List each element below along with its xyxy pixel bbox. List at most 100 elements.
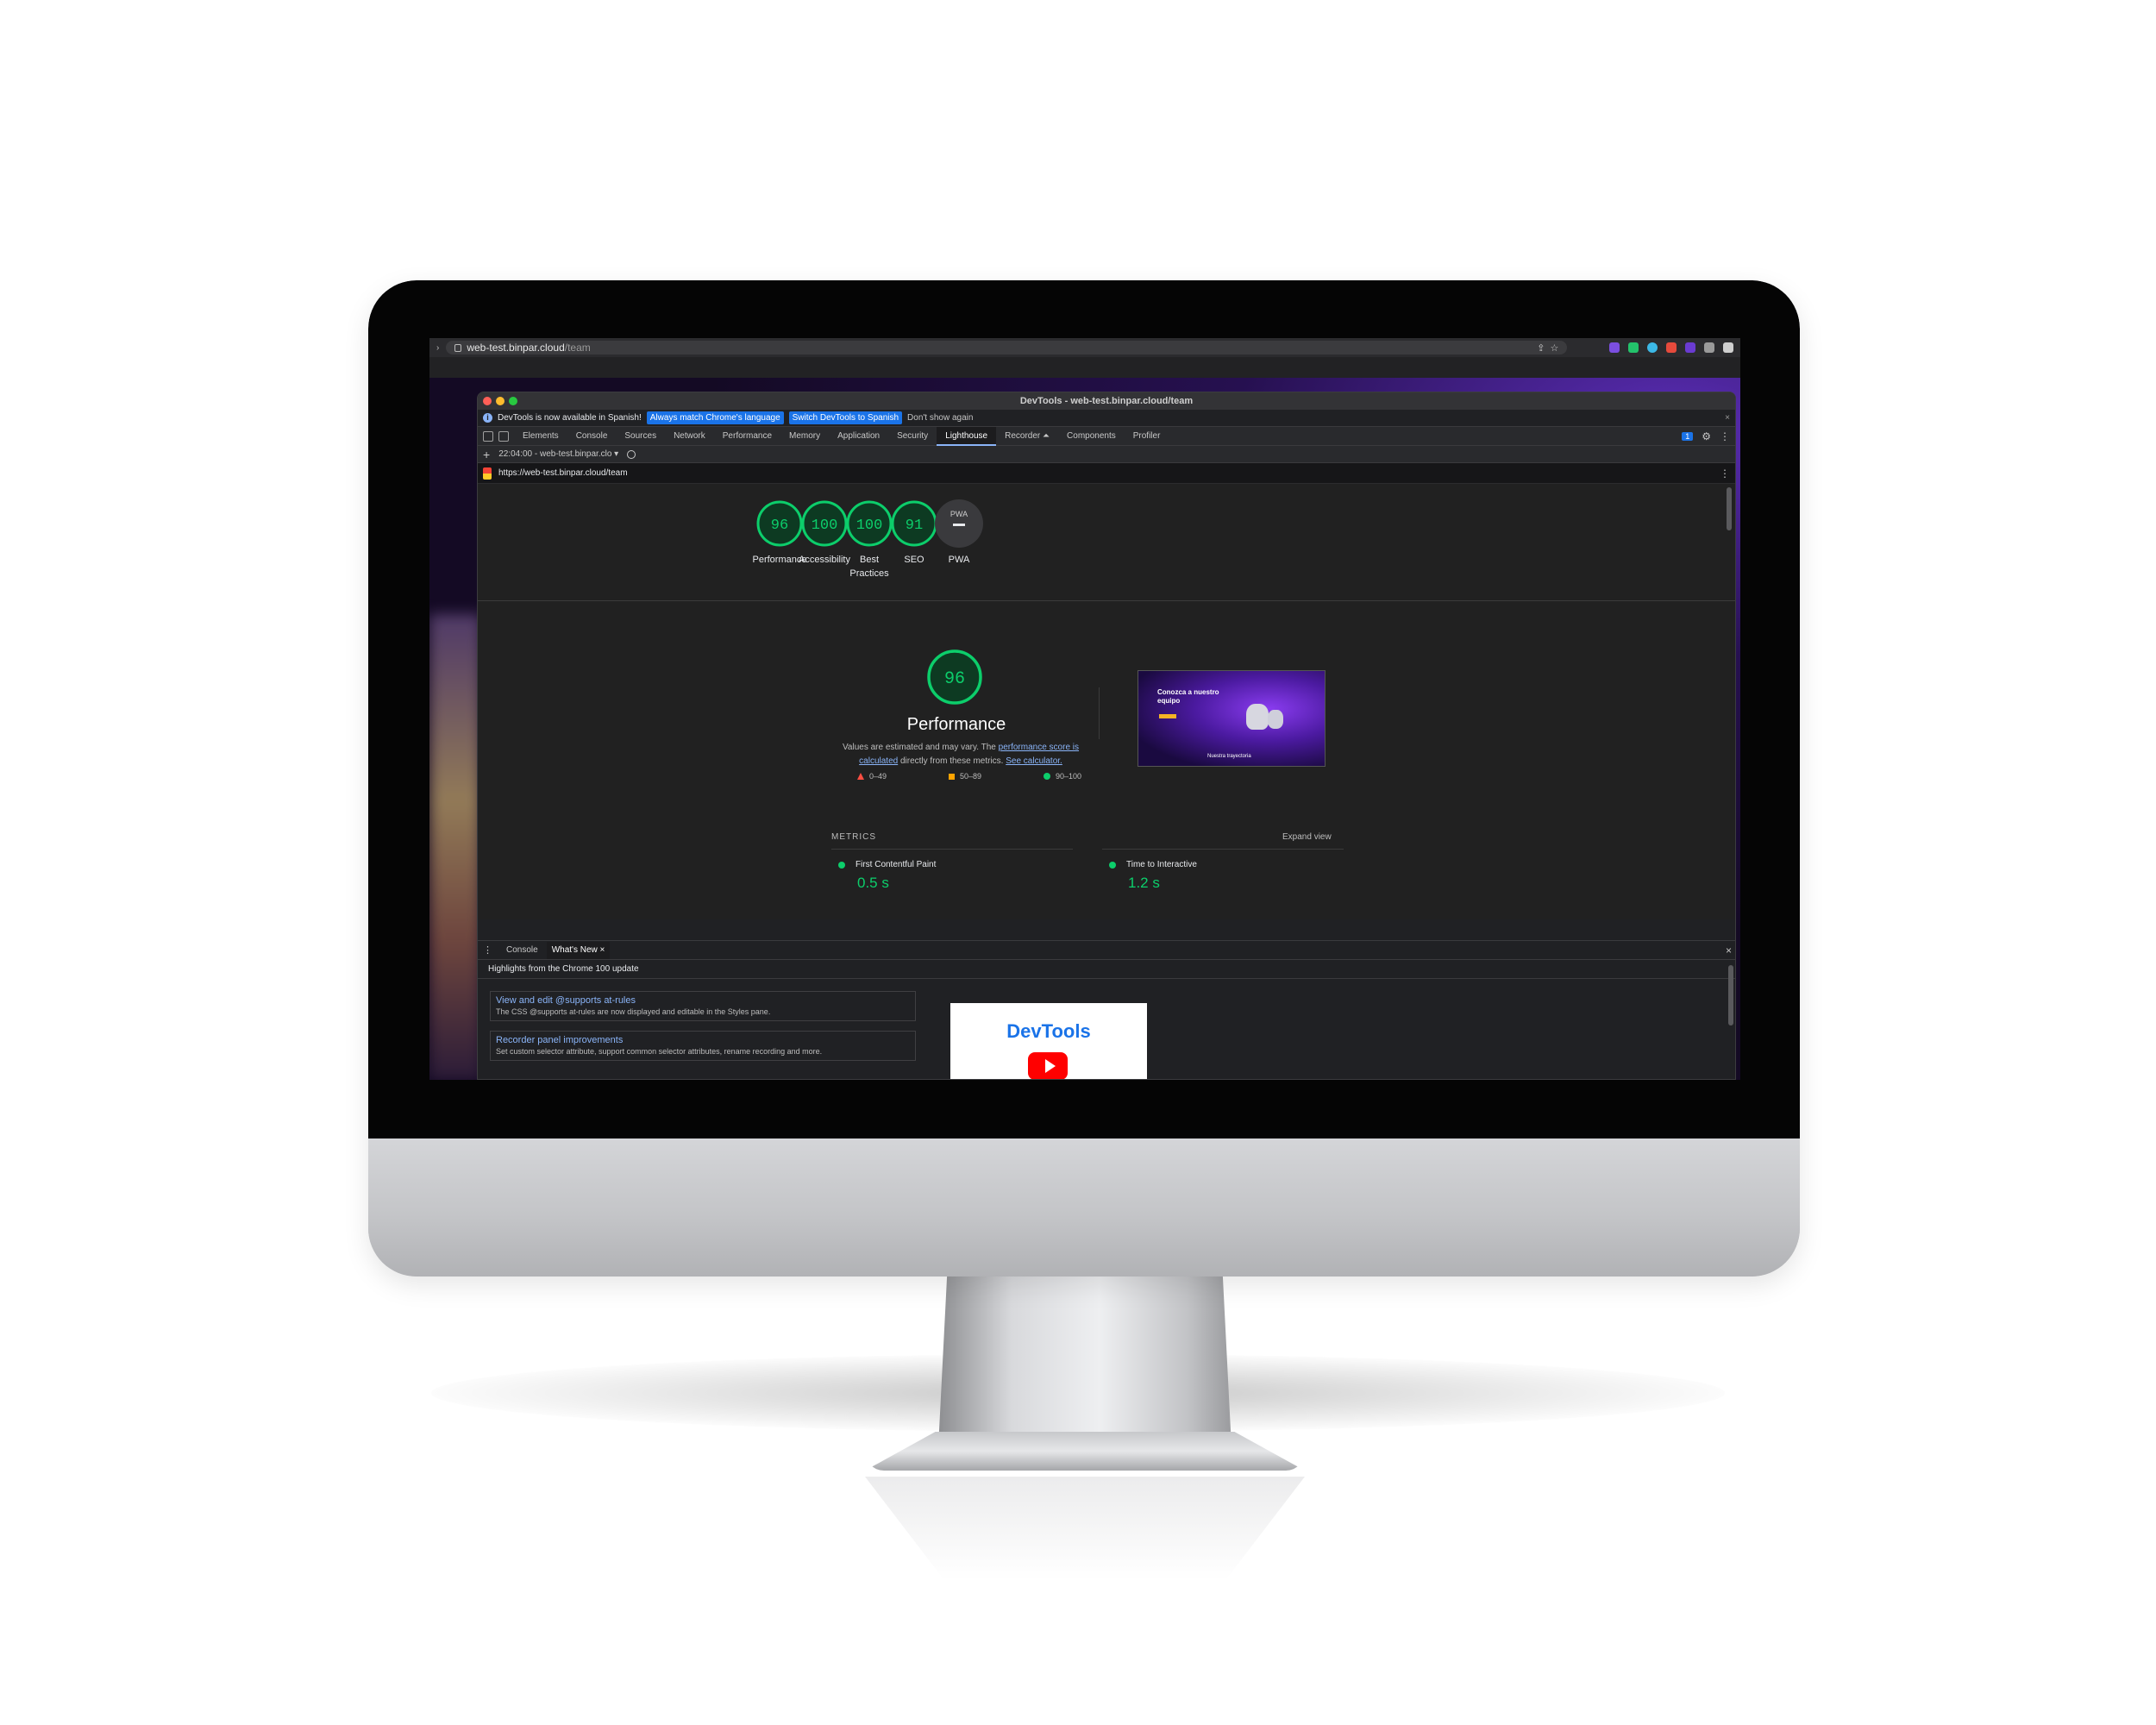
drawer-tab-console[interactable]: Console: [501, 942, 543, 959]
screen: › web-test.binpar.cloud/team ⇪ ☆ DevTool…: [429, 338, 1740, 1080]
tab-security[interactable]: Security: [888, 427, 937, 446]
legend-fail: 0–49: [857, 772, 887, 781]
pass-icon: [1109, 861, 1116, 869]
tab-lighthouse[interactable]: Lighthouse: [937, 426, 997, 446]
language-infobar: i DevTools is now available in Spanish! …: [478, 410, 1735, 427]
gauge-label: PWA: [948, 555, 970, 565]
browser-toolbar: › web-test.binpar.cloud/team ⇪ ☆: [429, 338, 1740, 357]
new-report-button[interactable]: +: [483, 448, 490, 461]
pass-icon: [838, 861, 845, 869]
drawer-menu-icon[interactable]: ⋮: [483, 944, 492, 956]
report-scrollbar[interactable]: [1727, 487, 1732, 530]
lighthouse-report: 96 Performance 100 Accessibility 100 Bes…: [478, 484, 1735, 919]
square-icon: [948, 773, 955, 780]
gauge-score: 100: [812, 518, 838, 534]
monitor-stand-foot: [865, 1432, 1305, 1471]
close-drawer-icon[interactable]: ×: [1726, 944, 1732, 957]
metric-tti: Time to Interactive 1.2 s: [1109, 860, 1197, 892]
tab-memory[interactable]: Memory: [780, 427, 829, 446]
legend-fail-label: 0–49: [869, 772, 887, 781]
tab-network[interactable]: Network: [665, 427, 714, 446]
dont-show-again-link[interactable]: Don't show again: [907, 413, 973, 423]
extension-icons: [1609, 342, 1733, 353]
divider: [1102, 849, 1344, 850]
close-icon[interactable]: ×: [1725, 413, 1730, 423]
address-host: web-test.binpar.cloud: [467, 342, 565, 354]
performance-title: Performance: [906, 715, 1006, 734]
desc-text-2: directly from these metrics.: [898, 756, 1006, 766]
video-title: DevTools: [1006, 1020, 1091, 1042]
clear-reports-icon[interactable]: [627, 449, 636, 459]
switch-spanish-button[interactable]: Switch DevTools to Spanish: [788, 411, 903, 424]
performance-gauge-ring: 96: [927, 649, 982, 705]
whats-new-card[interactable]: View and edit @supports at-rules The CSS…: [490, 991, 916, 1021]
card-description: The CSS @supports at-rules are now displ…: [496, 1007, 771, 1016]
page-decoration: [429, 614, 481, 1080]
star-icon[interactable]: ☆: [1550, 342, 1558, 354]
tab-console[interactable]: Console: [567, 427, 617, 446]
react-icon[interactable]: [1647, 342, 1658, 353]
metric-name: Time to Interactive: [1126, 860, 1197, 869]
drawer-tab-whats-new[interactable]: What's New ×: [546, 941, 611, 959]
tab-components[interactable]: Components: [1058, 427, 1125, 446]
gear-icon[interactable]: ⚙: [1702, 430, 1711, 442]
metric-value: 1.2 s: [1128, 875, 1160, 891]
tab-application[interactable]: Application: [829, 427, 888, 446]
screenshot-footer: Nuestra trayectoria: [1207, 754, 1251, 759]
monitor-stand-neck: [938, 1275, 1232, 1447]
share-icon[interactable]: ⇪: [1537, 342, 1545, 354]
window-title: DevTools - web-test.binpar.cloud/team: [1019, 396, 1194, 406]
whats-new-card[interactable]: Recorder panel improvements Set custom s…: [490, 1031, 916, 1061]
extension-icon[interactable]: [1666, 342, 1677, 353]
match-language-button[interactable]: Always match Chrome's language: [646, 411, 784, 424]
drawer-tab-label: What's New: [551, 944, 598, 955]
see-calculator-link[interactable]: See calculator.: [1006, 756, 1062, 766]
performance-score: 96: [944, 669, 965, 689]
screenshot-robot: [1246, 704, 1269, 730]
card-title: View and edit @supports at-rules: [496, 995, 636, 1006]
tabbar-actions: 1 ⚙ ⋮: [1682, 430, 1730, 442]
divider: [1099, 687, 1100, 739]
tab-sources[interactable]: Sources: [616, 427, 665, 446]
report-selector[interactable]: 22:04:00 - web-test.binpar.clo ▾: [498, 449, 618, 459]
inspect-element-icon[interactable]: [483, 430, 493, 442]
tab-profiler[interactable]: Profiler: [1125, 427, 1169, 446]
extension-icon[interactable]: [1685, 342, 1695, 353]
card-title: Recorder panel improvements: [496, 1035, 624, 1045]
screenshot-robot: [1268, 710, 1283, 729]
legend-pass-label: 90–100: [1055, 772, 1081, 781]
report-menu-icon[interactable]: ⋮: [1720, 467, 1730, 480]
report-url-bar: https://web-test.binpar.cloud/team ⋮: [478, 463, 1735, 484]
performance-description: Values are estimated and may vary. The p…: [836, 741, 1086, 768]
tab-elements[interactable]: Elements: [514, 427, 567, 446]
tab-recorder[interactable]: Recorder ⏶: [996, 427, 1058, 446]
sidepanel-icon[interactable]: [1723, 342, 1733, 353]
puzzle-icon[interactable]: [1704, 342, 1714, 353]
whats-new-video[interactable]: DevTools: [950, 1003, 1147, 1079]
expand-view-toggle[interactable]: Expand view: [1282, 832, 1332, 842]
monitor-chin: [368, 1138, 1800, 1276]
more-menu-icon[interactable]: ⋮: [1720, 430, 1730, 442]
gauge-pwa[interactable]: PWA PWA: [931, 499, 987, 567]
pwa-badge: PWA: [935, 499, 983, 548]
screenshot-button: [1159, 714, 1176, 718]
tab-performance[interactable]: Performance: [714, 427, 780, 446]
desc-text-1: Values are estimated and may vary. The: [842, 743, 999, 752]
play-triangle-icon: [1045, 1059, 1056, 1073]
extension-icon[interactable]: [1628, 342, 1639, 353]
sidebar-toggle-icon[interactable]: ›: [436, 343, 439, 353]
stand-reflection: [865, 1477, 1305, 1580]
pwa-badge-text: PWA: [950, 510, 968, 518]
score-gauges: 96 Performance 100 Accessibility 100 Bes…: [478, 484, 1735, 601]
metrics-header: METRICS: [831, 832, 876, 842]
gauge-score: 100: [856, 518, 883, 534]
close-tab-icon[interactable]: ×: [600, 945, 605, 955]
legend-average-label: 50–89: [959, 772, 981, 781]
extension-icon[interactable]: [1609, 342, 1620, 353]
drawer-scrollbar[interactable]: [1728, 965, 1733, 1026]
final-screenshot[interactable]: Conozca a nuestro equipo Nuestra trayect…: [1138, 670, 1326, 767]
address-bar[interactable]: web-test.binpar.cloud/team ⇪ ☆: [446, 341, 1568, 354]
drawer-tabbar: ⋮ Console What's New × ×: [478, 941, 1735, 960]
issues-badge[interactable]: 1: [1682, 431, 1694, 441]
device-toolbar-icon[interactable]: [498, 430, 509, 442]
